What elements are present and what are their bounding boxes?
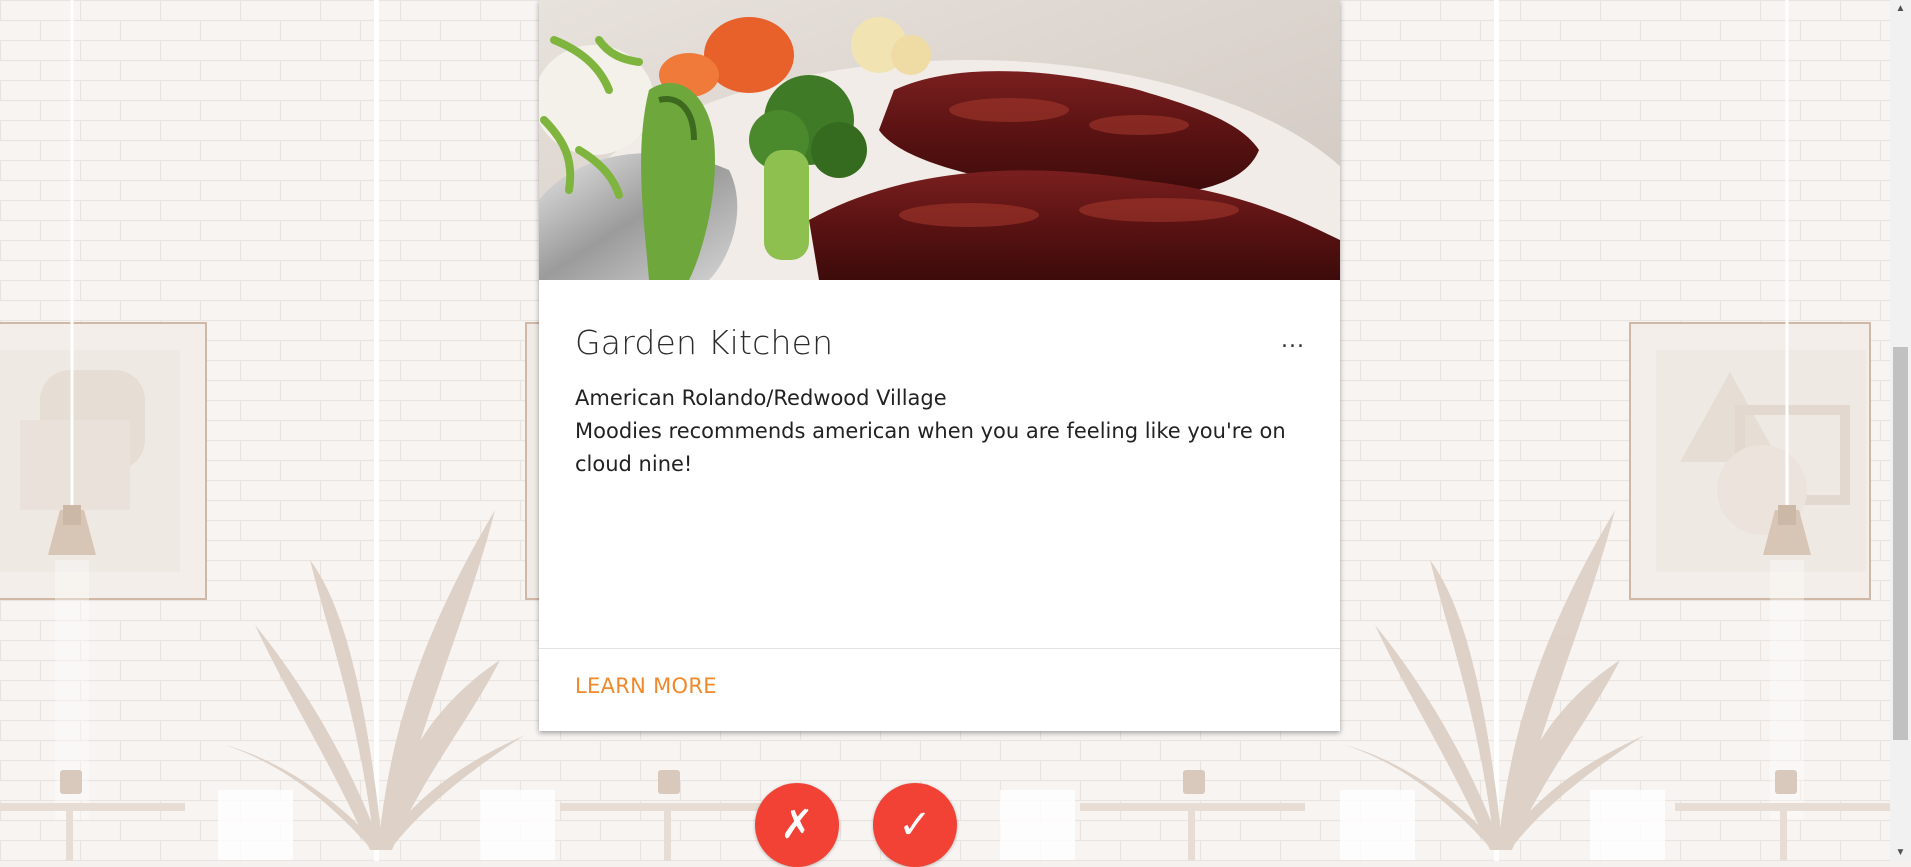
scroll-down-arrow-icon[interactable]: ▼ (1890, 844, 1911, 861)
restaurant-name: Garden Kitchen (575, 323, 834, 362)
restaurant-card: Garden Kitchen American Rolando/Redwood … (539, 0, 1340, 731)
learn-more-link[interactable]: LEARN MORE (575, 674, 717, 698)
vertical-scrollbar[interactable]: ▲ ▼ (1890, 0, 1911, 861)
food-image (539, 0, 1340, 280)
check-icon: ✓ (898, 802, 932, 848)
more-options-button[interactable]: ... (1278, 330, 1308, 356)
restaurant-description: Moodies recommends american when you are… (575, 419, 1286, 476)
restaurant-food-photo (539, 0, 1340, 280)
accept-button[interactable]: ✓ (873, 783, 957, 867)
scroll-up-arrow-icon[interactable]: ▲ (1890, 0, 1911, 17)
restaurant-cuisine-location: American Rolando/Redwood Village (575, 386, 947, 410)
reject-button[interactable]: ✗ (755, 783, 839, 867)
card-divider (539, 648, 1340, 649)
x-icon: ✗ (780, 802, 814, 848)
scrollbar-thumb[interactable] (1893, 347, 1908, 740)
card-content: Garden Kitchen American Rolando/Redwood … (575, 320, 1305, 481)
